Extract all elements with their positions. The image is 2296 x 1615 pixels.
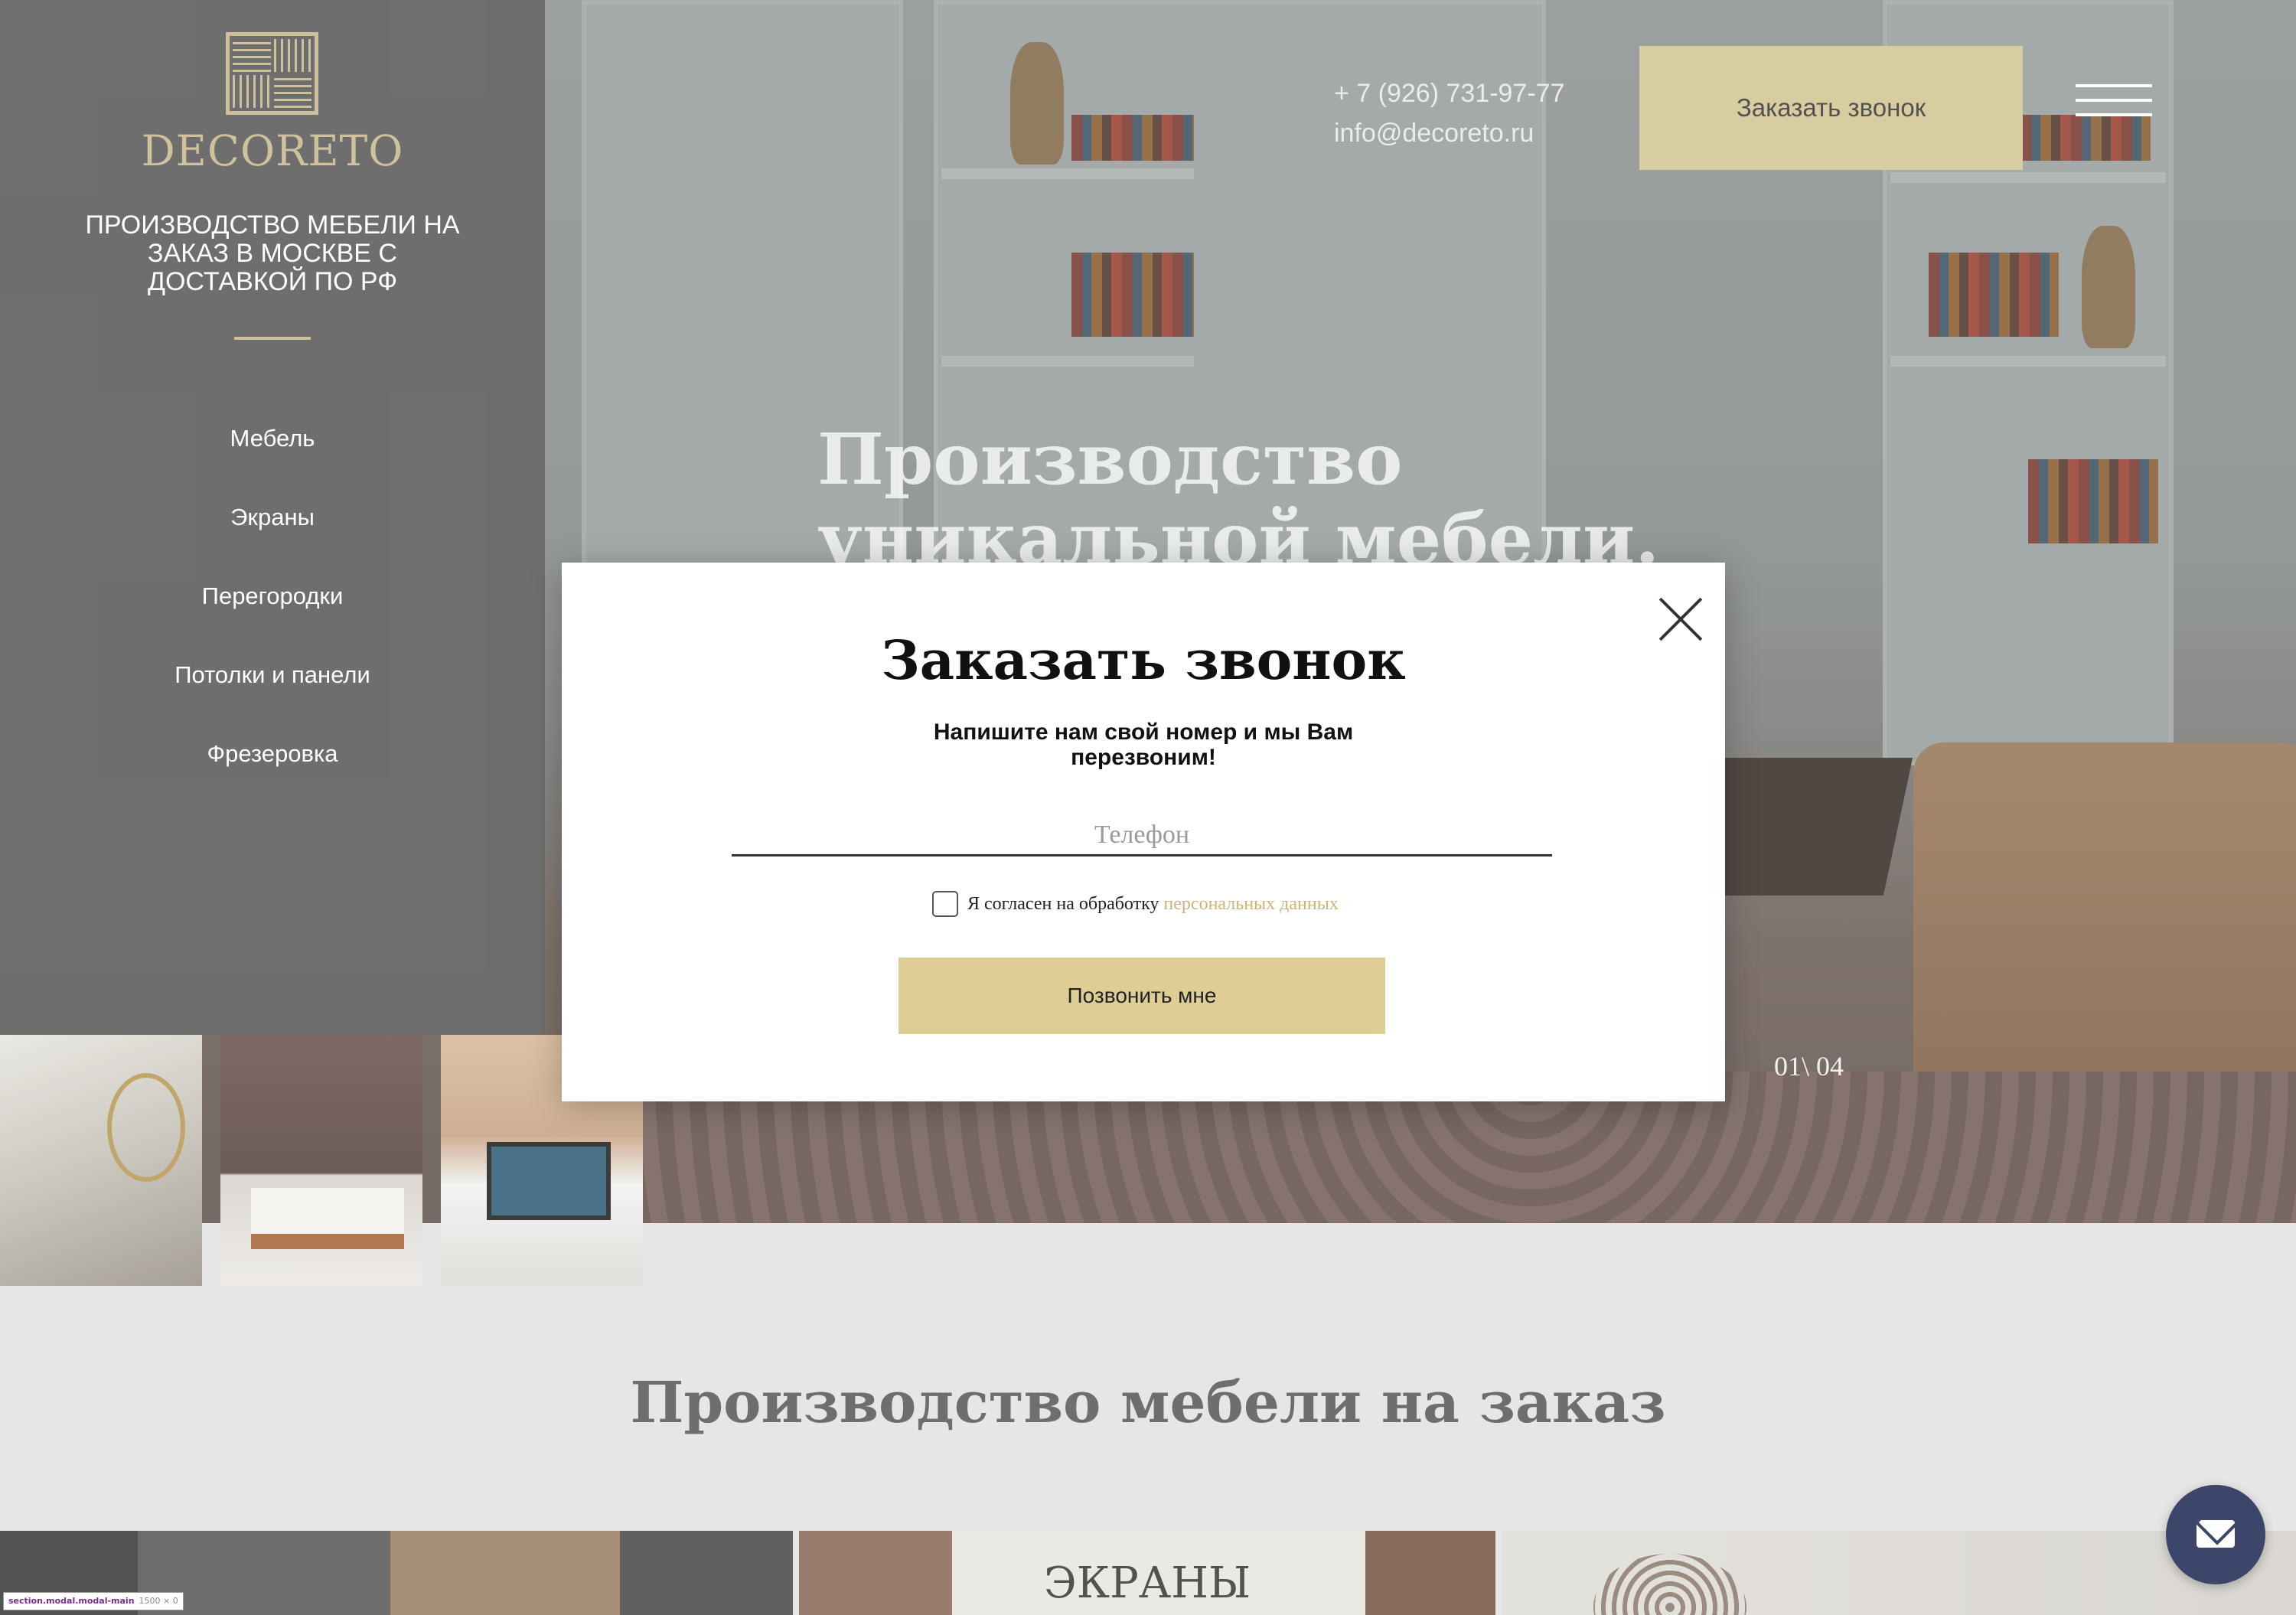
sidebar: DECORETO ПРОИЗВОДСТВО МЕБЕЛИ НА ЗАКАЗ В …	[0, 0, 545, 1035]
slide-thumbnail[interactable]	[220, 1035, 422, 1286]
nav-item-milling[interactable]: Фрезеровка	[0, 740, 545, 819]
section-title: Производство мебели на заказ	[630, 1370, 1666, 1436]
brand-tagline: ПРОИЗВОДСТВО МЕБЕЛИ НА ЗАКАЗ В МОСКВЕ С …	[85, 210, 460, 296]
modal-title: Заказать звонок	[881, 628, 1406, 692]
divider	[234, 337, 311, 340]
consent-checkbox[interactable]	[932, 891, 958, 917]
modal-subtitle: Напишите нам свой номер и мы Вам перезво…	[933, 719, 1354, 770]
category-card[interactable]: ЭКРАНЫ	[799, 1531, 1495, 1615]
slide-counter: 01\ 04	[1774, 1051, 1844, 1082]
nav-item-furniture[interactable]: Мебель	[0, 425, 545, 504]
consent-text: Я согласен на обработку	[967, 893, 1159, 914]
callback-modal: Заказать звонок Напишите нам свой номер …	[562, 563, 1725, 1101]
category-card-label: ЭКРАНЫ	[1043, 1558, 1251, 1608]
header-contacts: + 7 (926) 731-97-77 info@decoreto.ru	[1334, 73, 1564, 153]
consent-row: Я согласен на обработку персональных дан…	[932, 890, 1339, 918]
nav-item-screens[interactable]: Экраны	[0, 504, 545, 582]
devtools-element-tag: section.modal.modal-main 1500 × 0	[3, 1592, 184, 1610]
logo-icon[interactable]	[226, 32, 318, 115]
category-cards: ЭКРАНЫ	[0, 1531, 2296, 1615]
email-link[interactable]: info@decoreto.ru	[1334, 113, 1564, 153]
personal-data-link[interactable]: персональных данных	[1163, 894, 1338, 915]
phone-link[interactable]: + 7 (926) 731-97-77	[1334, 73, 1564, 113]
slide-thumbnail[interactable]	[0, 1035, 202, 1286]
hero-heading: Производство уникальной мебели.	[817, 419, 1660, 573]
logo-text[interactable]: DECORETO	[0, 126, 545, 175]
main-nav: Мебель Экраны Перегородки Потолки и пане…	[0, 425, 545, 819]
menu-icon[interactable]	[2076, 84, 2152, 119]
call-me-button[interactable]: Позвонить мне	[899, 958, 1385, 1034]
envelope-icon	[2197, 1520, 2235, 1548]
nav-item-ceilings-panels[interactable]: Потолки и панели	[0, 661, 545, 740]
nav-item-partitions[interactable]: Перегородки	[0, 582, 545, 661]
phone-input[interactable]	[732, 815, 1552, 856]
chat-widget-button[interactable]	[2166, 1485, 2265, 1584]
order-call-button[interactable]: Заказать звонок	[1639, 46, 2023, 170]
